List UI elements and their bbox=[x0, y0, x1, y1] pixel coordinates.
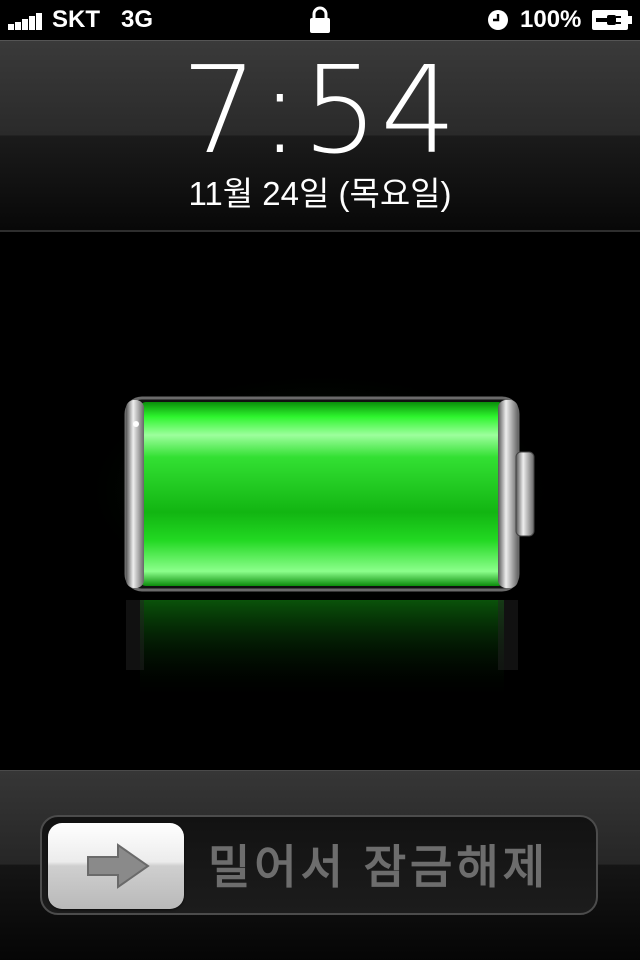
status-bar: SKT 3G 100% bbox=[0, 0, 640, 40]
slide-to-unlock-label: 밀어서 잠금해제 bbox=[208, 841, 550, 893]
unlock-panel: 밀어서 잠금해제 bbox=[0, 770, 640, 960]
charging-battery-indicator bbox=[80, 370, 560, 700]
carrier-name: SKT bbox=[52, 6, 100, 33]
lock-screen-time: 7:54 bbox=[181, 42, 459, 181]
clock-panel: 7:54 11월 24일 (목요일) bbox=[0, 40, 640, 232]
lock-screen-date: 11월 24일 (목요일) bbox=[188, 175, 452, 212]
signal-bars-icon bbox=[8, 12, 48, 30]
slide-to-unlock-knob[interactable] bbox=[48, 823, 184, 909]
network-type: 3G bbox=[121, 6, 154, 33]
right-arrow-icon bbox=[87, 843, 150, 889]
alarm-clock-icon bbox=[488, 10, 508, 30]
battery-percentage: 100% bbox=[520, 6, 582, 33]
charging-battery-icon bbox=[592, 10, 632, 30]
lock-icon bbox=[310, 6, 330, 33]
slide-to-unlock-track[interactable]: 밀어서 잠금해제 bbox=[40, 815, 598, 915]
lock-screen: SKT 3G 100% 7:54 11월 24일 (목요일) 밀어서 잠금해제 bbox=[0, 0, 640, 960]
